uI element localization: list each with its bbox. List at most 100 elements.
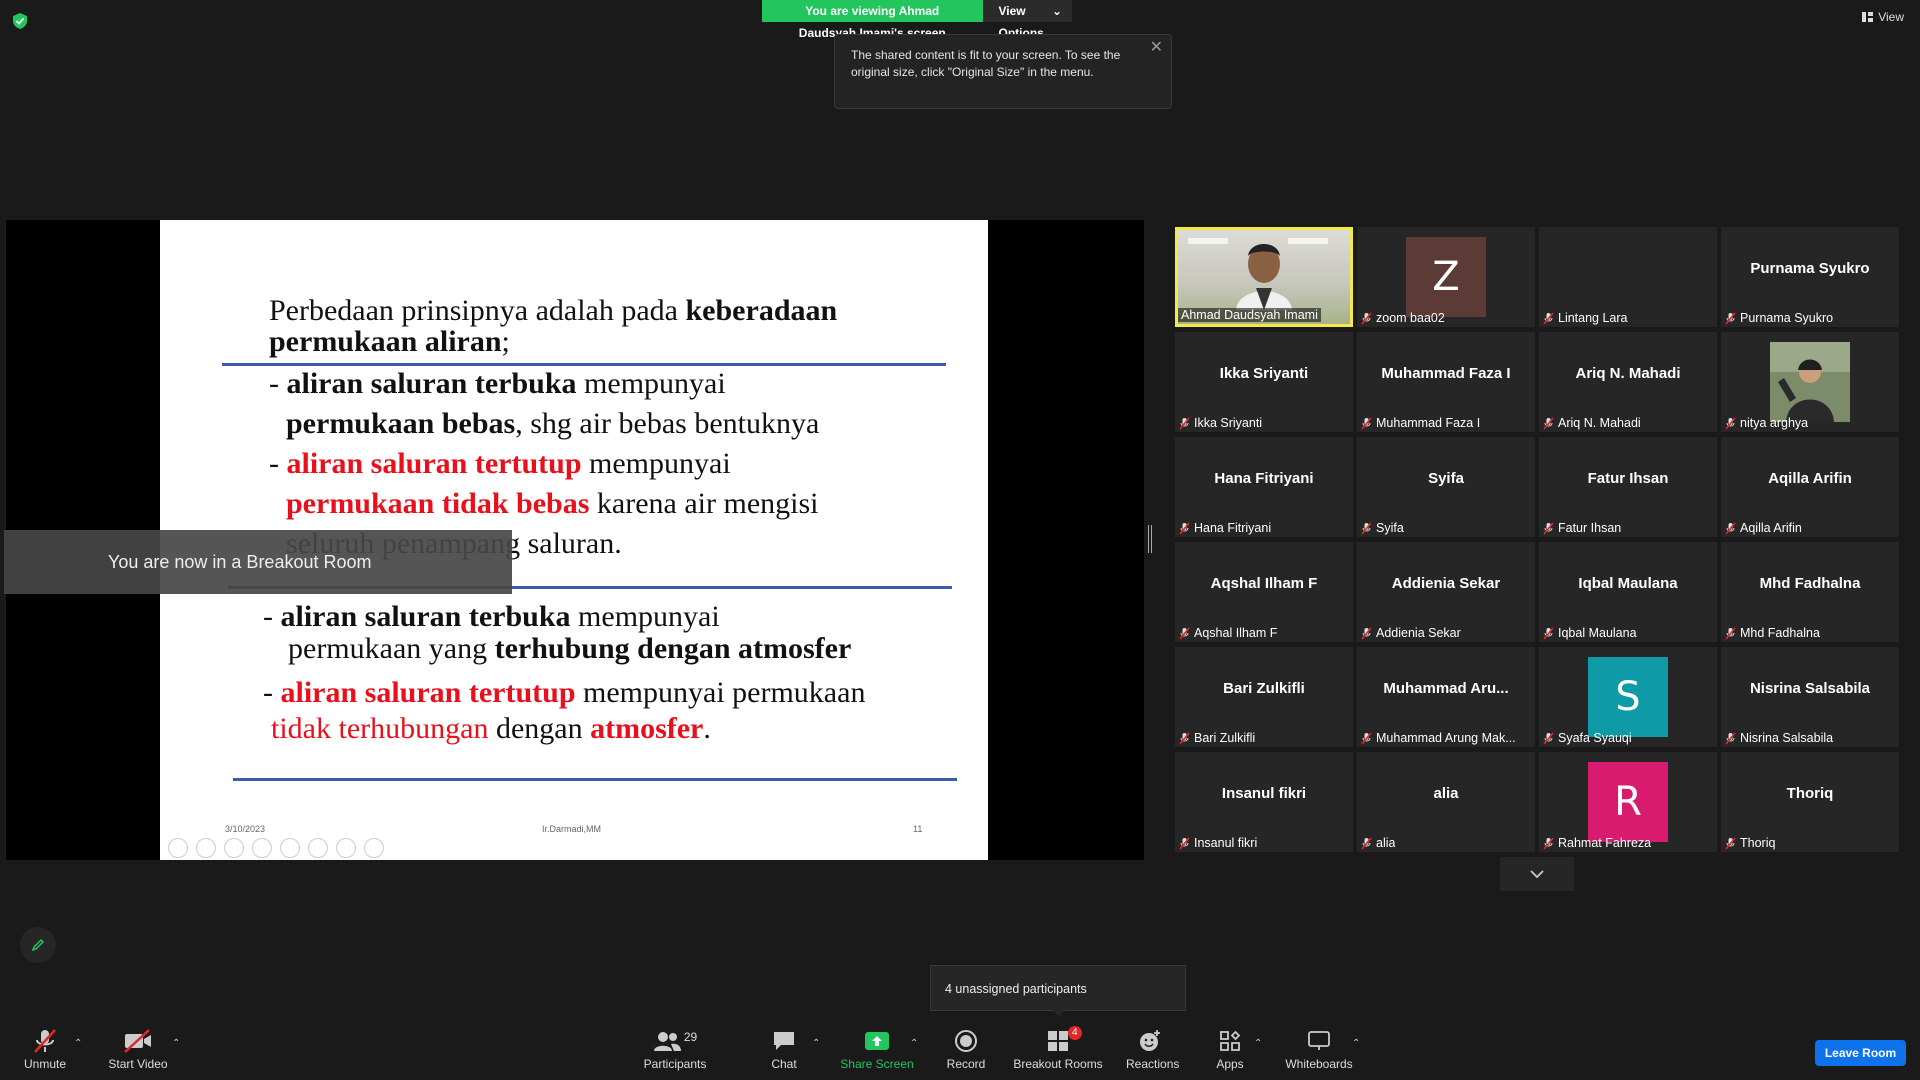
participant-tile[interactable]: Iqbal Maulana Iqbal Maulana <box>1539 542 1717 642</box>
participant-tile[interactable]: Hana Fitriyani Hana Fitriyani <box>1175 437 1353 537</box>
reactions-button[interactable]: Reactions <box>1126 1028 1180 1071</box>
muted-microphone-icon <box>1725 311 1736 325</box>
participant-video <box>1188 238 1328 310</box>
reactions-label: Reactions <box>1126 1057 1180 1071</box>
participant-tile[interactable]: Fatur Ihsan Fatur Ihsan <box>1539 437 1717 537</box>
participant-name-label: Mhd Fadhalna <box>1725 626 1820 640</box>
muted-microphone-icon <box>1725 416 1736 430</box>
participant-tile[interactable]: Zzoom baa02 <box>1357 227 1535 327</box>
participant-tile[interactable]: alia alia <box>1357 752 1535 852</box>
view-options-button[interactable]: View Options ⌄ <box>982 0 1072 40</box>
participant-name-label: Addienia Sekar <box>1361 626 1461 640</box>
muted-microphone-icon <box>1543 836 1554 850</box>
whiteboard-options-caret[interactable]: ⌃ <box>1352 1038 1360 1049</box>
muted-microphone-icon <box>1179 626 1190 640</box>
more-tiles-button[interactable] <box>1500 857 1574 891</box>
participant-tile[interactable]: Mhd Fadhalna Mhd Fadhalna <box>1721 542 1899 642</box>
slide-divider <box>233 778 957 781</box>
avatar-photo <box>1770 342 1850 422</box>
audio-options-caret[interactable]: ⌃ <box>74 1038 82 1049</box>
participant-tile[interactable]: R Rahmat Fahreza <box>1539 752 1717 852</box>
participant-name-label: Muhammad Faza I <box>1361 416 1480 430</box>
participant-tile[interactable]: Aqilla Arifin Aqilla Arifin <box>1721 437 1899 537</box>
participant-tile[interactable]: Ahmad Daudsyah Imami <box>1175 227 1353 327</box>
participants-label: Participants <box>643 1057 707 1071</box>
chevron-down-icon <box>1530 870 1544 879</box>
view-options-label: View Options <box>998 4 1044 40</box>
participant-tile[interactable]: Ariq N. Mahadi Ariq N. Mahadi <box>1539 332 1717 432</box>
zoom-icon[interactable] <box>280 838 300 858</box>
participant-name-label: Thoriq <box>1725 836 1775 850</box>
leave-room-button[interactable]: Leave Room <box>1815 1040 1906 1066</box>
participant-tile[interactable]: Ikka Sriyanti Ikka Sriyanti <box>1175 332 1353 432</box>
participant-tile[interactable]: Syifa Syifa <box>1357 437 1535 537</box>
participant-name-label: Aqshal Ilham F <box>1179 626 1277 640</box>
muted-microphone-icon <box>1361 731 1372 745</box>
share-screen-label: Share Screen <box>840 1057 914 1071</box>
tooltip-text: The shared content is fit to your screen… <box>851 48 1121 79</box>
participant-tile[interactable]: Thoriq Thoriq <box>1721 752 1899 852</box>
participants-button[interactable]: 29 Participants <box>640 1028 710 1071</box>
fit-screen-tooltip: The shared content is fit to your screen… <box>834 34 1172 109</box>
participant-tile[interactable]: nitya arghya <box>1721 332 1899 432</box>
participant-tile[interactable]: Addienia Sekar Addienia Sekar <box>1357 542 1535 642</box>
close-icon[interactable]: ✕ <box>1150 39 1163 56</box>
unmute-button[interactable]: Unmute <box>14 1028 76 1071</box>
share-screen-icon <box>865 1032 889 1050</box>
avatar: Z <box>1406 237 1486 317</box>
slide-line: - aliran saluran terbuka mempunyai <box>263 600 720 633</box>
panel-splitter[interactable] <box>1148 525 1152 553</box>
participant-name-label: Rahmat Fahreza <box>1543 836 1651 850</box>
shield-icon[interactable] <box>12 12 28 30</box>
slide-line: Perbedaan prinsipnya adalah pada keberad… <box>269 294 838 327</box>
share-options-caret[interactable]: ⌃ <box>910 1038 918 1049</box>
participant-tile[interactable]: Lintang Lara <box>1539 227 1717 327</box>
video-off-icon <box>124 1029 151 1053</box>
view-button[interactable]: View <box>1862 10 1904 24</box>
breakout-rooms-icon <box>1048 1031 1068 1051</box>
participant-tile[interactable]: Muhammad Faza I Muhammad Faza I <box>1357 332 1535 432</box>
record-button[interactable]: Record <box>942 1028 990 1071</box>
whiteboards-button[interactable]: Whiteboards <box>1284 1028 1354 1071</box>
start-video-button[interactable]: Start Video <box>104 1028 172 1071</box>
grid-icon[interactable] <box>252 838 272 858</box>
more-icon[interactable] <box>364 838 384 858</box>
participant-tile[interactable]: Insanul fikri Insanul fikri <box>1175 752 1353 852</box>
apps-button[interactable]: Apps <box>1212 1028 1248 1071</box>
prev-icon[interactable] <box>168 838 188 858</box>
pen-icon[interactable] <box>224 838 244 858</box>
muted-microphone-icon <box>1179 416 1190 430</box>
participants-count: 29 <box>683 1030 698 1044</box>
tooltip-arrow <box>1052 1009 1066 1016</box>
participant-tile[interactable]: Nisrina Salsabila Nisrina Salsabila <box>1721 647 1899 747</box>
view-label: View <box>1878 10 1904 24</box>
subtitle-icon[interactable] <box>308 838 328 858</box>
participant-tile[interactable]: Bari Zulkifli Bari Zulkifli <box>1175 647 1353 747</box>
muted-microphone-icon <box>1179 836 1190 850</box>
participant-tile[interactable]: Muhammad Aru... Muhammad Arung Mak... <box>1357 647 1535 747</box>
record-icon <box>955 1030 977 1052</box>
camera-icon[interactable] <box>336 838 356 858</box>
annotate-button[interactable] <box>20 927 56 963</box>
participant-name-label: nitya arghya <box>1725 416 1808 430</box>
participant-tile[interactable]: Purnama Syukro Purnama Syukro <box>1721 227 1899 327</box>
chat-icon <box>774 1032 794 1050</box>
chat-button[interactable]: Chat <box>766 1028 802 1071</box>
chevron-down-icon: ⌄ <box>1051 4 1062 18</box>
breakout-rooms-button[interactable]: 4 Breakout Rooms <box>1013 1026 1103 1071</box>
participant-tile[interactable]: S Syafa Syauqi <box>1539 647 1717 747</box>
participant-name-label: Bari Zulkifli <box>1179 731 1255 745</box>
video-options-caret[interactable]: ⌃ <box>172 1038 180 1049</box>
participant-display-name: Bari Zulkifli <box>1223 680 1305 697</box>
record-label: Record <box>946 1057 986 1071</box>
apps-options-caret[interactable]: ⌃ <box>1254 1038 1262 1049</box>
next-icon[interactable] <box>196 838 216 858</box>
share-screen-button[interactable]: Share Screen <box>838 1028 916 1071</box>
participant-display-name: Thoriq <box>1786 785 1834 802</box>
participant-display-name: Iqbal Maulana <box>1578 575 1678 592</box>
participant-name-label: Hana Fitriyani <box>1179 521 1271 535</box>
chat-options-caret[interactable]: ⌃ <box>812 1038 820 1049</box>
participant-tile[interactable]: Aqshal Ilham F Aqshal Ilham F <box>1175 542 1353 642</box>
viewing-banner-text: You are viewing Ahmad Daudsyah Imami's s… <box>762 0 983 40</box>
slide-line: - aliran saluran tertutup mempunyai <box>269 447 731 480</box>
